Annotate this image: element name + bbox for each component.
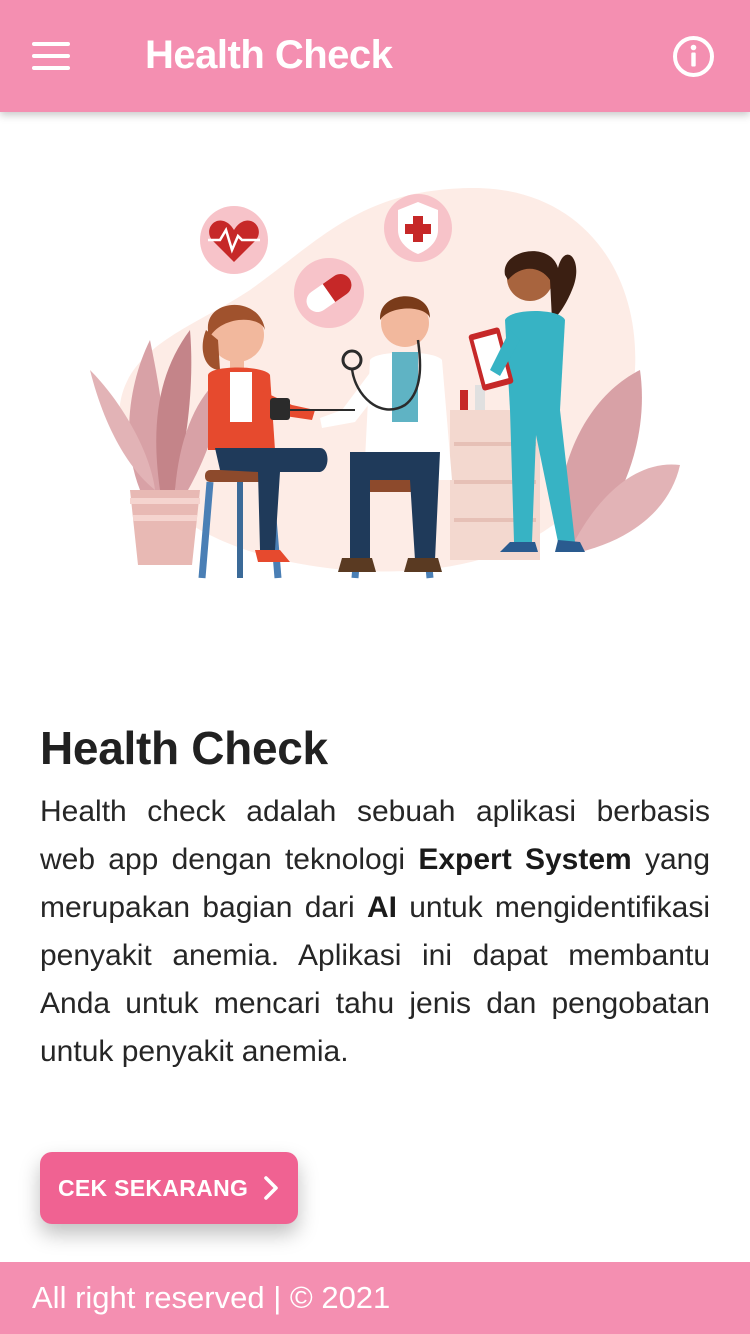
info-button[interactable] — [672, 35, 715, 78]
hamburger-menu-icon — [32, 42, 70, 46]
menu-button[interactable] — [32, 30, 80, 82]
app-bar: Health Check — [0, 0, 750, 112]
description-text: Health check adalah sebuah aplikasi berb… — [40, 788, 710, 1076]
description-bold-expert-system: Expert System — [418, 843, 632, 876]
cta-label: CEK SEKARANG — [58, 1174, 249, 1201]
app-title: Health Check — [145, 33, 393, 77]
description-bold-ai: AI — [366, 891, 397, 924]
chevron-right-icon — [264, 1176, 278, 1200]
hero-illustration — [80, 180, 690, 600]
footer-text: All right reserved | © 2021 — [32, 1280, 391, 1315]
section-heading: Health Check — [40, 722, 328, 774]
cek-sekarang-button[interactable]: CEK SEKARANG — [40, 1152, 298, 1224]
info-circle-icon — [673, 36, 714, 77]
hamburger-menu-icon-bar — [32, 54, 70, 58]
hamburger-menu-icon-bar — [32, 66, 70, 70]
intro-section: Health Check Health check adalah sebuah … — [40, 720, 710, 1076]
footer: All right reserved | © 2021 — [0, 1262, 750, 1334]
